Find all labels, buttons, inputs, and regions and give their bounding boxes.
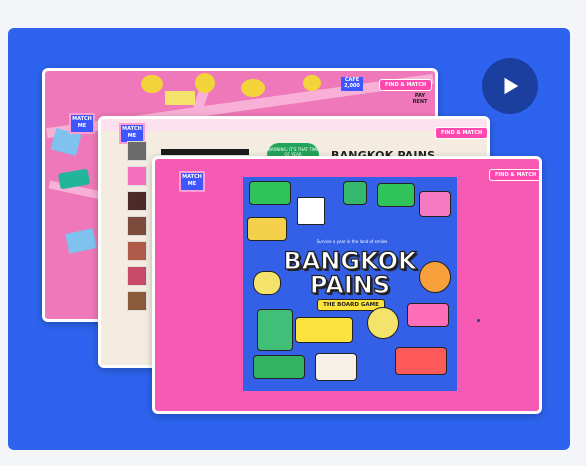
sticker [295, 317, 353, 343]
board-game-poster: Survive a year in the land of smiles BAN… [243, 177, 457, 391]
sign-pay-rent: PAY RENT [412, 93, 428, 105]
sticker [253, 271, 281, 295]
slide-poster[interactable]: MATCH ME FIND & MATCH Survive a year in … [152, 156, 542, 414]
map-tree [141, 75, 163, 93]
thumbnail[interactable] [127, 166, 147, 186]
sign-cafe: CAFE 2,000 [341, 77, 363, 91]
match-me-tag: MATCH ME [179, 171, 205, 192]
thumbnail[interactable] [127, 216, 147, 236]
map-taxi [165, 91, 195, 105]
sticker [297, 197, 325, 225]
sticker [247, 217, 287, 241]
play-button[interactable] [482, 58, 538, 114]
poster-tagline: Survive a year in the land of smiles [316, 239, 388, 244]
play-icon [504, 77, 519, 95]
page-topbar [101, 119, 487, 131]
thumbnail[interactable] [127, 266, 147, 286]
cursor-dot [477, 319, 480, 322]
sticker [407, 303, 449, 327]
sticker [249, 181, 291, 205]
image-bar [161, 149, 249, 155]
map-building [65, 228, 97, 254]
sticker [395, 347, 447, 375]
thumbnail[interactable] [127, 241, 147, 261]
find-match-button[interactable]: FIND & MATCH [435, 127, 487, 139]
sticker [315, 353, 357, 381]
thumbnail[interactable] [127, 141, 147, 161]
match-me-tag: MATCH ME [69, 113, 95, 134]
sticker [257, 309, 293, 351]
sticker [377, 183, 415, 207]
thumbnail[interactable] [127, 291, 147, 311]
sticker [367, 307, 399, 339]
product-showcase: MATCH ME CAFE 2,000 FIND & MATCH PAY REN… [8, 28, 570, 450]
thumbnail[interactable] [127, 191, 147, 211]
find-match-button[interactable]: FIND & MATCH [489, 169, 539, 181]
map-tree [241, 79, 265, 97]
sticker [419, 191, 451, 217]
thumbnail-strip [127, 141, 147, 316]
map-tree [195, 73, 215, 93]
sticker [343, 181, 367, 205]
sticker [419, 261, 451, 293]
sticker [253, 355, 305, 379]
map-tuktuk [57, 168, 91, 190]
map-tree [303, 75, 321, 91]
find-match-button[interactable]: FIND & MATCH [379, 79, 433, 91]
